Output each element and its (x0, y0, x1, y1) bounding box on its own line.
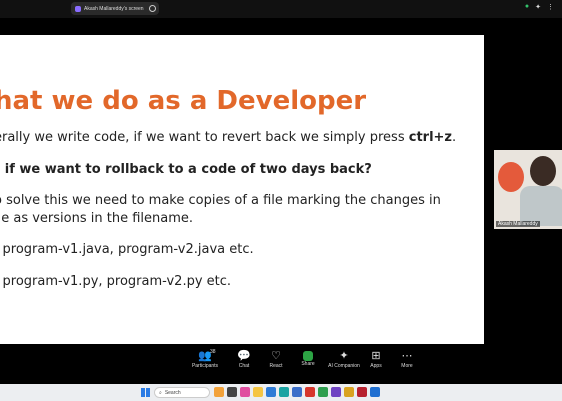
share-icon (303, 351, 313, 361)
taskbar-app-icon[interactable] (292, 387, 302, 397)
participant-count: 38 (210, 349, 216, 355)
windows-start-icon[interactable] (141, 388, 150, 397)
shared-slide: hat we do as a Developer erally we write… (0, 35, 484, 344)
slide-line-3b: ile as versions in the filename. (0, 211, 193, 226)
participant-video[interactable]: Akash Mallareddy (494, 150, 562, 229)
taskbar-search[interactable]: ⌕ Search (154, 387, 210, 398)
chat-icon: 💬 (237, 350, 251, 362)
sparkle-icon[interactable]: ✦ (535, 3, 541, 11)
slide-line-2: t if we want to rollback to a code of tw… (0, 162, 372, 177)
meeting-toolbar: 👥 38 Participants 💬 Chat ♡ React Share ✦… (0, 344, 562, 384)
taskbar-app-icon[interactable] (318, 387, 328, 397)
taskbar-app-icon[interactable] (344, 387, 354, 397)
participant-name: Akash Mallareddy (496, 221, 540, 227)
screen-share-icon (75, 5, 81, 12)
taskbar-app-icon[interactable] (253, 387, 263, 397)
slide-title: hat we do as a Developer (0, 86, 367, 116)
top-right-controls: ● ✦ ⋮ (525, 3, 554, 11)
share-button[interactable]: Share (288, 349, 328, 367)
slide-line-1: erally we write code, if we want to reve… (0, 130, 457, 145)
options-icon[interactable] (149, 5, 156, 12)
slide-line-5: : program-v1.py, program-v2.py etc. (0, 274, 232, 289)
windows-taskbar: ⌕ Search (0, 384, 562, 401)
taskbar-app-icon[interactable] (357, 387, 367, 397)
menu-icon[interactable]: ⋮ (547, 3, 554, 11)
taskbar-apps (214, 387, 380, 397)
screen-share-indicator[interactable]: Akash Mallareddy's screen (71, 2, 159, 15)
taskbar-app-icon[interactable] (331, 387, 341, 397)
background-art (498, 162, 524, 192)
slide-line-4: : program-v1.java, program-v2.java etc. (0, 242, 254, 257)
taskbar-app-icon[interactable] (279, 387, 289, 397)
shield-icon[interactable]: ● (525, 3, 529, 11)
taskbar-app-icon[interactable] (227, 387, 237, 397)
participant-head (530, 156, 556, 186)
more-icon: ⋯ (401, 350, 413, 362)
participants-button[interactable]: 👥 38 Participants (185, 349, 225, 369)
taskbar-app-icon[interactable] (266, 387, 276, 397)
slide-line-3a: o solve this we need to make copies of a… (0, 193, 441, 208)
top-bar: Akash Mallareddy's screen ● ✦ ⋮ (0, 0, 562, 18)
taskbar-app-icon[interactable] (240, 387, 250, 397)
participant-body (520, 186, 562, 226)
taskbar-app-icon[interactable] (305, 387, 315, 397)
taskbar-app-icon[interactable] (370, 387, 380, 397)
react-icon: ♡ (271, 350, 281, 362)
ai-companion-icon: ✦ (339, 350, 349, 362)
screen-share-label: Akash Mallareddy's screen (84, 5, 144, 12)
taskbar-app-icon[interactable] (214, 387, 224, 397)
apps-icon: ⊞ (371, 350, 381, 362)
search-icon: ⌕ (159, 389, 162, 396)
more-button[interactable]: ⋯ More (387, 349, 427, 369)
